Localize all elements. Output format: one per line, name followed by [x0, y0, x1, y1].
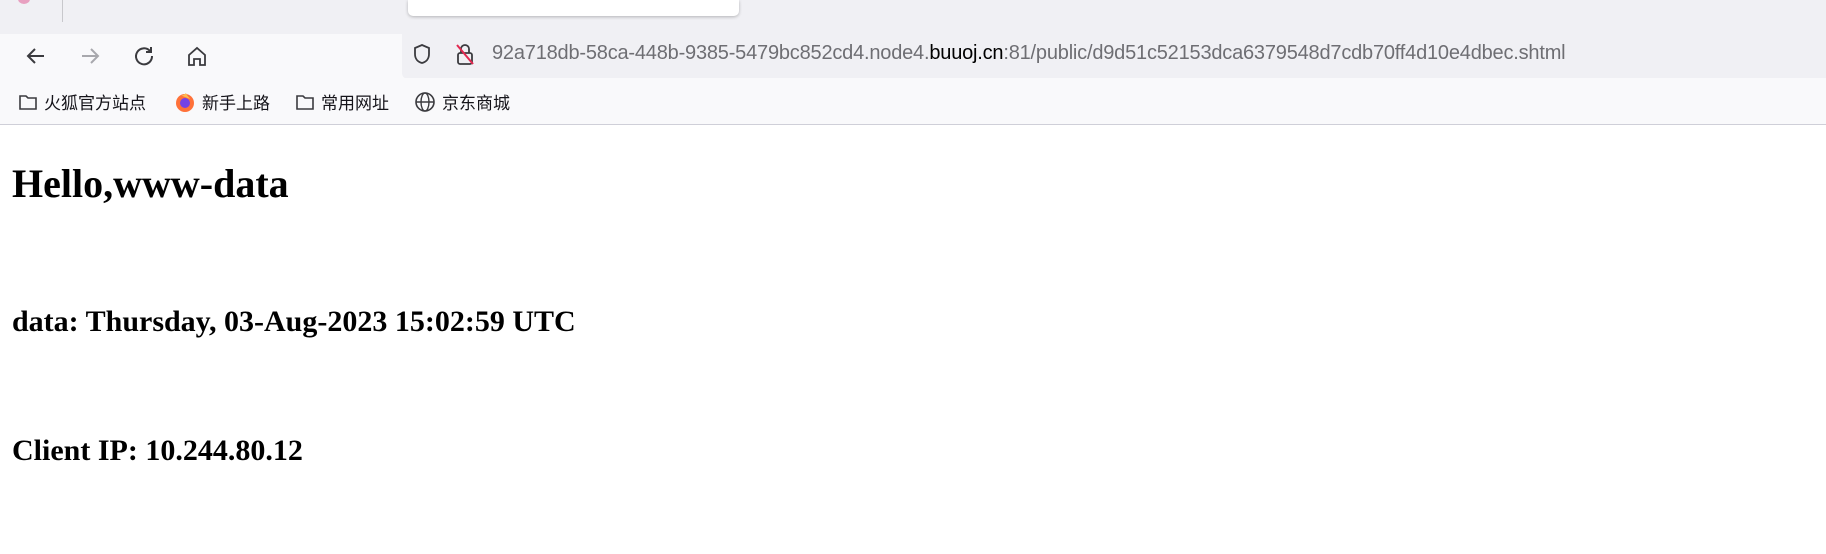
bookmark-jd-mall[interactable]: 京东商城: [414, 89, 510, 114]
url-suffix: :81/public/d9d51c52153dca6379548d7cdb70f…: [1003, 42, 1566, 64]
reload-button[interactable]: [129, 41, 159, 71]
url-host: buuoj.cn: [929, 42, 1004, 64]
arrow-left-icon: [26, 48, 44, 64]
bookmark-label: 火狐官方站点: [44, 94, 146, 114]
url-text[interactable]: 92a718db-58ca-448b-9385-5479bc852cd4.nod…: [492, 42, 1566, 65]
bookmark-folder-firefox-official[interactable]: 火狐官方站点: [18, 89, 146, 114]
date-line: data: Thursday, 03-Aug-2023 15:02:59 UTC: [12, 305, 576, 338]
page-heading: Hello,www-data: [12, 161, 289, 206]
url-prefix: 92a718db-58ca-448b-9385-5479bc852cd4.nod…: [492, 42, 930, 64]
arrow-right-icon: [82, 48, 100, 64]
tab-favicon[interactable]: [18, 0, 30, 4]
tab-divider: [62, 0, 63, 22]
active-tab[interactable]: [408, 0, 739, 16]
bookmark-label: 新手上路: [202, 94, 270, 114]
nav-toolbar: 92a718db-58ca-448b-9385-5479bc852cd4.nod…: [0, 29, 1826, 79]
bookmark-folder-common-sites[interactable]: 常用网址: [295, 89, 389, 114]
client-ip-line: Client IP: 10.244.80.12: [12, 434, 303, 467]
bookmark-label: 常用网址: [321, 94, 389, 114]
shield-icon[interactable]: [412, 43, 432, 65]
reload-icon: [135, 47, 154, 66]
firefox-icon: [176, 92, 194, 112]
forward-button[interactable]: [75, 41, 105, 71]
bookmark-getting-started[interactable]: 新手上路: [174, 89, 270, 114]
folder-icon: [19, 94, 37, 110]
bookmarks-bar: 火狐官方站点 新手上路 常用网址 京东商城: [0, 78, 1826, 125]
url-bar[interactable]: 92a718db-58ca-448b-9385-5479bc852cd4.nod…: [402, 29, 1826, 79]
home-icon: [188, 46, 206, 66]
globe-icon: [415, 91, 435, 112]
bookmark-label: 京东商城: [442, 94, 510, 114]
back-button[interactable]: [21, 41, 51, 71]
home-button[interactable]: [182, 41, 212, 71]
folder-icon: [296, 94, 314, 110]
insecure-lock-icon[interactable]: [454, 42, 476, 66]
